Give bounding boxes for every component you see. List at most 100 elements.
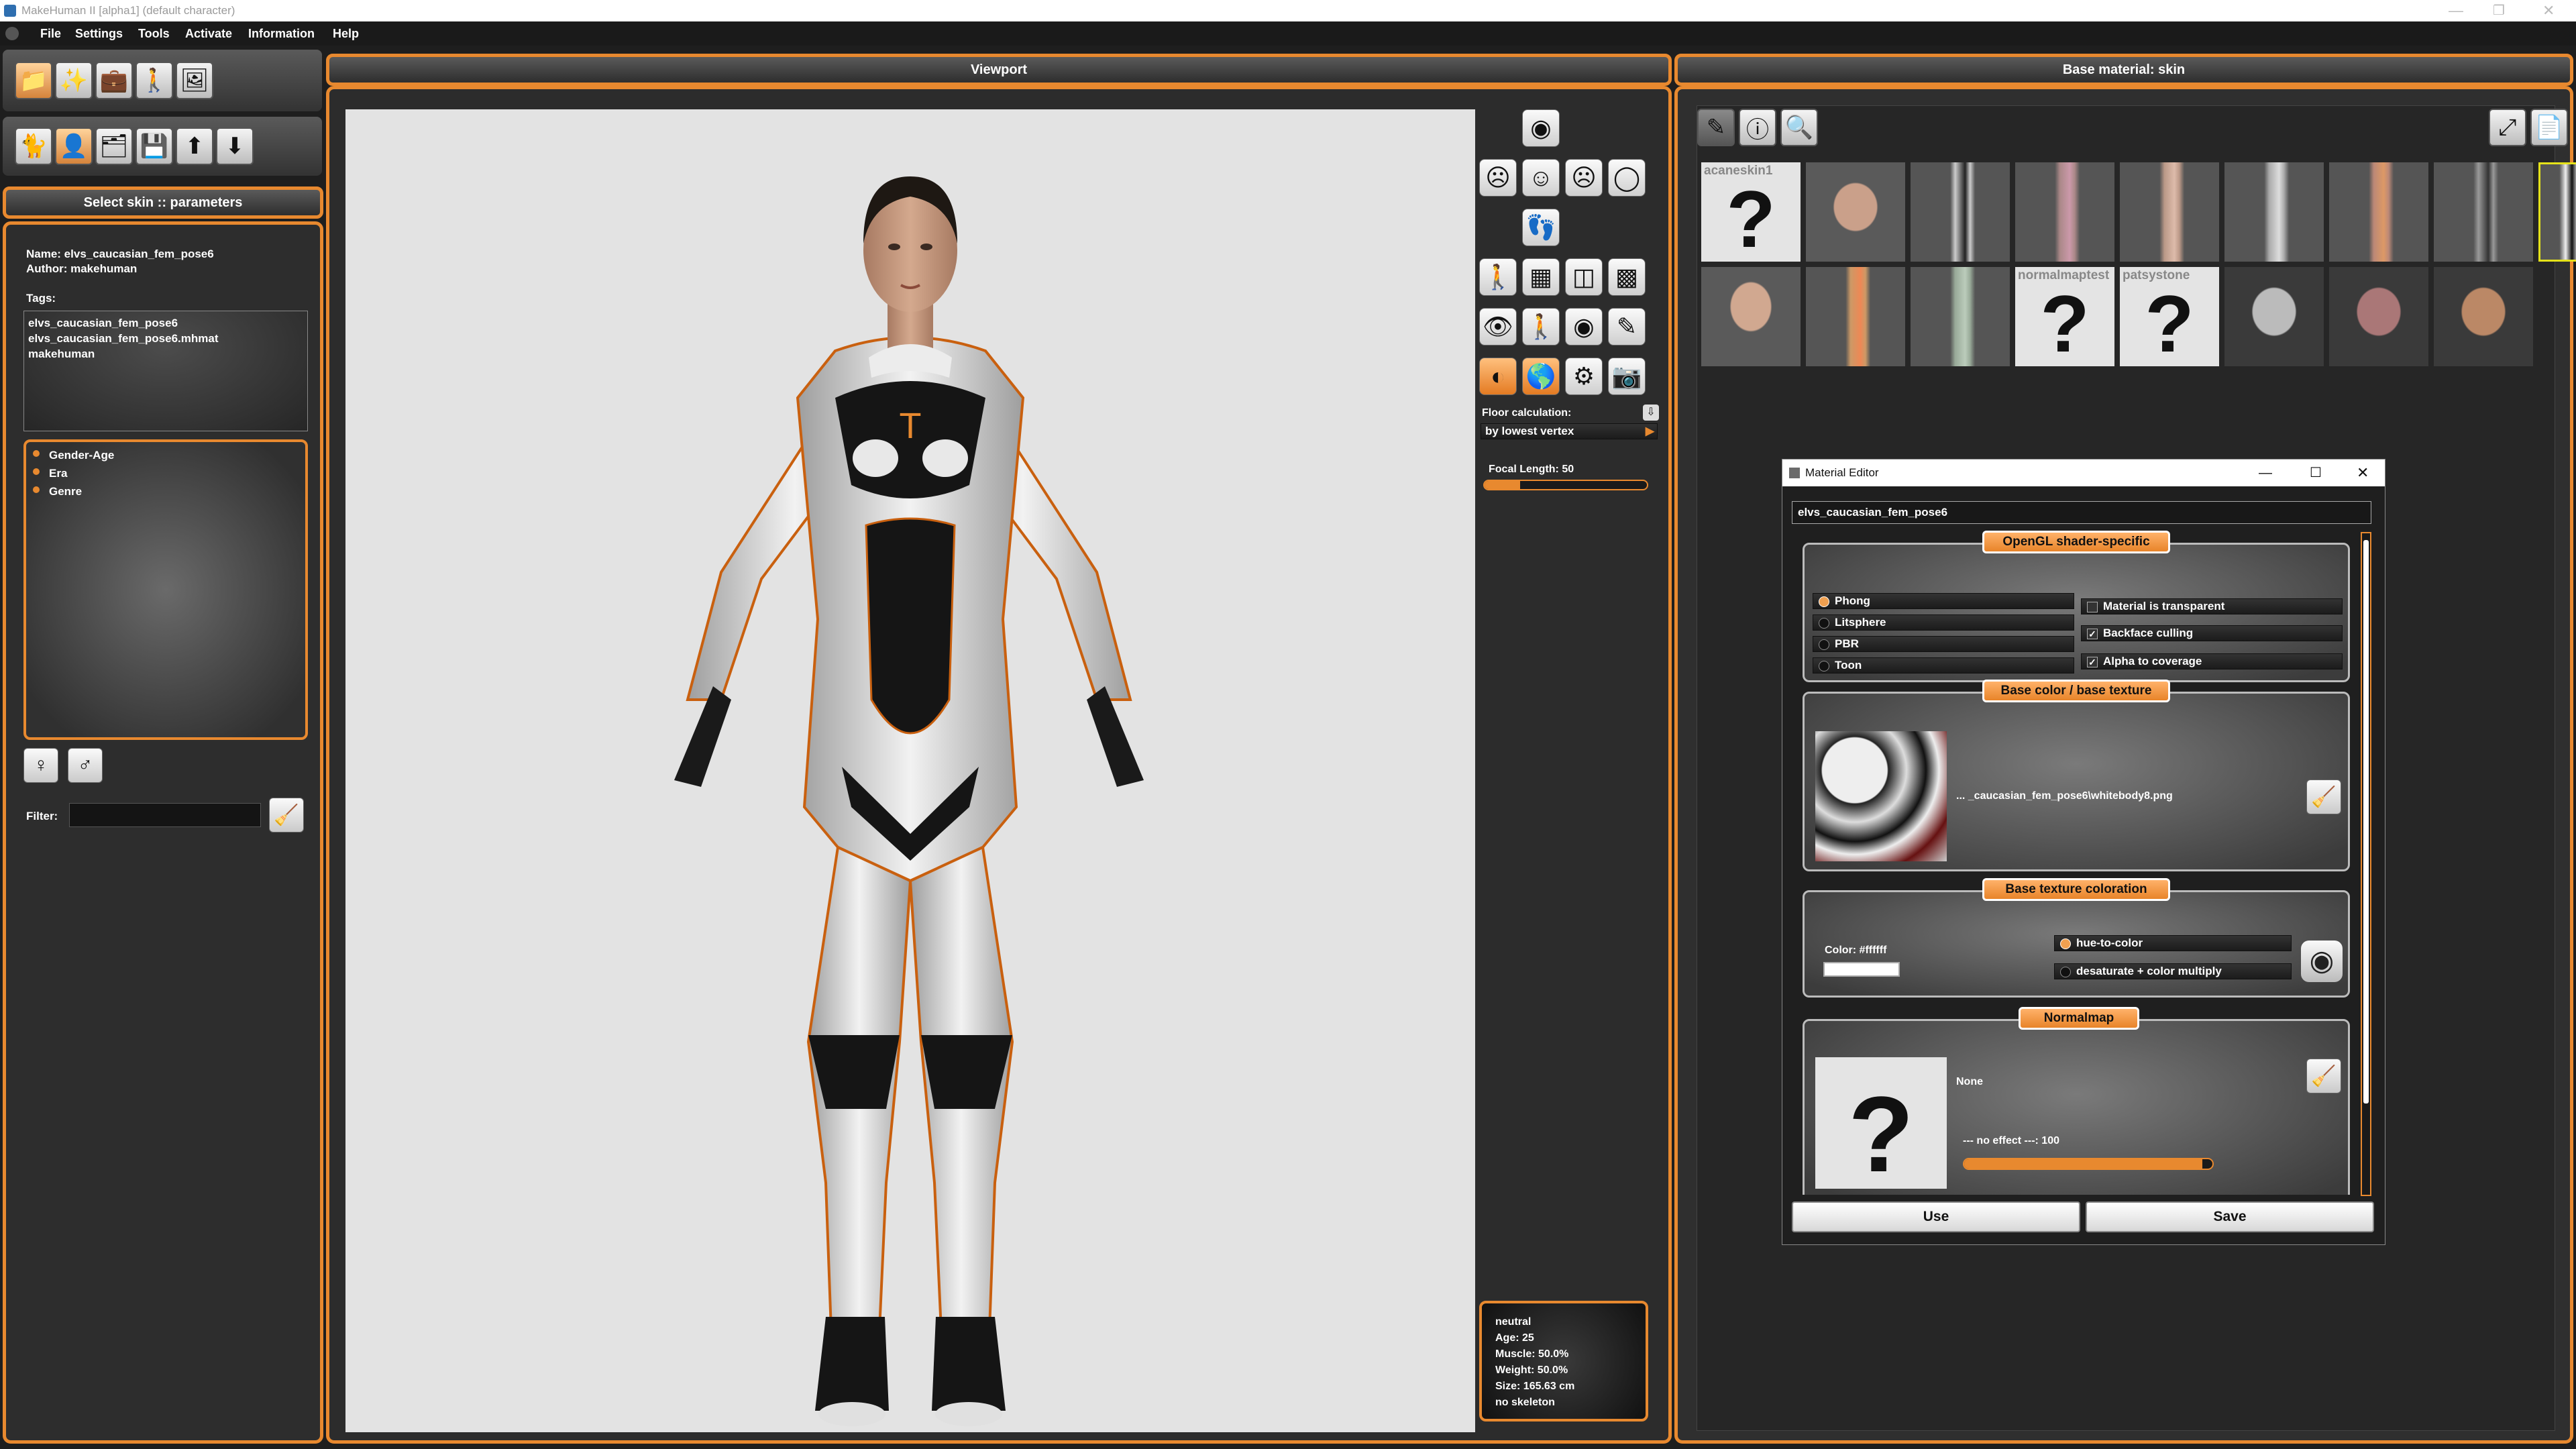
dialog-maximize-icon[interactable]: ☐: [2310, 460, 2322, 486]
option-alpha-coverage[interactable]: ✓ Alpha to coverage: [2081, 653, 2343, 669]
category-genre[interactable]: Genre: [32, 482, 300, 500]
shader-litsphere[interactable]: Litsphere: [1813, 614, 2074, 631]
filter-input[interactable]: [69, 803, 261, 827]
shader-toon[interactable]: Toon: [1813, 657, 2074, 674]
files-icon[interactable]: 📁: [15, 62, 52, 99]
color-picker-icon[interactable]: ◉: [2301, 941, 2343, 982]
skin-thumb[interactable]: [1806, 162, 1905, 262]
screenshot-icon[interactable]: 📷: [1608, 358, 1646, 395]
option-backface-culling[interactable]: ✓ Backface culling: [2081, 625, 2343, 641]
fullscreen-icon[interactable]: ⤢: [2489, 109, 2526, 146]
import-icon[interactable]: ⬇: [216, 127, 254, 165]
dialog-scrollbar[interactable]: [2361, 532, 2371, 1196]
dialog-close-icon[interactable]: ✕: [2357, 460, 2369, 486]
normalmap-value: None: [1956, 1076, 1983, 1087]
save-icon[interactable]: 💾: [136, 127, 173, 165]
modelling-icon[interactable]: ✨: [55, 62, 93, 99]
normalmap-thumbnail[interactable]: ?: [1815, 1057, 1947, 1194]
export-icon[interactable]: ⬆: [176, 127, 213, 165]
menu-activate[interactable]: Activate: [185, 21, 232, 46]
mode-desaturate[interactable]: desaturate + color multiply: [2054, 963, 2292, 979]
info-icon[interactable]: ⓘ: [1739, 109, 1776, 146]
shader-pbr[interactable]: PBR: [1813, 636, 2074, 652]
skin-thumb[interactable]: [2224, 162, 2324, 262]
texture-browse-icon[interactable]: 🧹: [2306, 780, 2341, 814]
mode-hue-to-color[interactable]: hue-to-color: [2054, 935, 2292, 951]
wireframe-icon[interactable]: ◉: [1565, 308, 1603, 345]
close-icon[interactable]: ✕: [2542, 0, 2555, 21]
floor-help-icon[interactable]: ⇩: [1643, 405, 1659, 421]
normalmap-slider[interactable]: [1963, 1158, 2214, 1170]
camera-reset-icon[interactable]: ◉: [1522, 109, 1560, 147]
skin-thumb[interactable]: [2120, 162, 2219, 262]
dialog-minimize-icon[interactable]: —: [2259, 460, 2272, 486]
category-era[interactable]: Era: [32, 464, 300, 482]
color-swatch[interactable]: [1823, 962, 1900, 977]
pencil-icon[interactable]: ✎: [1697, 109, 1735, 146]
skin-thumb-acaneskin1[interactable]: acaneskin1?: [1701, 162, 1801, 262]
minimize-icon[interactable]: —: [2449, 0, 2463, 21]
menu-help[interactable]: Help: [333, 21, 359, 46]
focal-length-slider[interactable]: [1483, 480, 1648, 490]
3d-viewport[interactable]: T: [345, 109, 1475, 1432]
view-bottom-icon[interactable]: 👣: [1522, 209, 1560, 246]
skin-thumb[interactable]: [2224, 267, 2324, 366]
option-transparent[interactable]: Material is transparent: [2081, 598, 2343, 614]
skin-thumb-normalmaptest[interactable]: normalmaptest?: [2015, 267, 2114, 366]
skin-thumb[interactable]: [1701, 267, 1801, 366]
base-texture-thumbnail[interactable]: [1815, 731, 1947, 861]
scrollbar-thumb[interactable]: [2363, 540, 2369, 1104]
skeleton-icon[interactable]: 🚶: [1479, 258, 1517, 296]
grid-icon[interactable]: ▦: [1522, 258, 1560, 296]
floor-select[interactable]: by lowest vertex ▶: [1481, 423, 1658, 439]
menu-settings[interactable]: Settings: [75, 21, 123, 46]
menu-information[interactable]: Information: [248, 21, 315, 46]
skin-thumb[interactable]: [1806, 267, 1905, 366]
eye-icon[interactable]: 👁: [1479, 308, 1517, 345]
floor-icon[interactable]: ▩: [1608, 258, 1646, 296]
svg-text:T: T: [900, 406, 922, 446]
settings-icon[interactable]: ⚙: [1565, 358, 1603, 395]
use-button[interactable]: Use: [1792, 1201, 2080, 1232]
skin-thumb[interactable]: [2329, 162, 2428, 262]
pose-view-icon[interactable]: ✎: [1608, 308, 1646, 345]
material-name-input[interactable]: elvs_caucasian_fem_pose6: [1792, 501, 2371, 524]
rendering-icon[interactable]: 🖼: [176, 62, 213, 99]
skin-thumb[interactable]: [1911, 267, 2010, 366]
material-editor-icon[interactable]: 📄: [2530, 109, 2568, 146]
view-left-icon[interactable]: ☹: [1479, 159, 1517, 197]
menu-file[interactable]: File: [40, 21, 61, 46]
skin-thumb-selected[interactable]: [2538, 162, 2576, 262]
lighting-icon[interactable]: ◐: [1479, 358, 1517, 395]
view-back-icon[interactable]: ◯: [1608, 159, 1646, 197]
save-button[interactable]: Save: [2086, 1201, 2374, 1232]
maximize-icon[interactable]: ❐: [2493, 0, 2505, 21]
view-right-icon[interactable]: ☹: [1565, 159, 1603, 197]
app-menu-icon[interactable]: [5, 27, 19, 40]
skin-thumb[interactable]: [1911, 162, 2010, 262]
skin-thumb[interactable]: [2434, 267, 2533, 366]
tag-item: makehuman: [28, 347, 95, 360]
animal-icon[interactable]: 🐈: [15, 127, 52, 165]
skin-icon[interactable]: 👤: [55, 127, 93, 165]
female-icon[interactable]: ♀: [23, 748, 58, 783]
menu-tools[interactable]: Tools: [138, 21, 170, 46]
body-icon[interactable]: 🚶: [1522, 308, 1560, 345]
skin-thumb[interactable]: [2434, 162, 2533, 262]
skin-thumb-patsystone[interactable]: patsystone?: [2120, 267, 2219, 366]
skin-thumb[interactable]: [2329, 267, 2428, 366]
category-gender-age[interactable]: Gender-Age: [32, 446, 300, 464]
shader-phong[interactable]: Phong: [1813, 593, 2074, 609]
view-front-icon[interactable]: ☺: [1522, 159, 1560, 197]
filter-label: Filter:: [26, 810, 58, 822]
normalmap-browse-icon[interactable]: 🧹: [2306, 1059, 2341, 1093]
wall-icon[interactable]: ◫: [1565, 258, 1603, 296]
inspect-icon[interactable]: 🔍: [1780, 109, 1818, 146]
clear-filter-icon[interactable]: 🧹: [269, 798, 304, 833]
equipment-icon[interactable]: 💼: [95, 62, 133, 99]
pose-icon[interactable]: 🚶: [136, 62, 173, 99]
skin-thumb[interactable]: [2015, 162, 2114, 262]
globe-icon[interactable]: 🌎: [1522, 358, 1560, 395]
male-icon[interactable]: ♂: [68, 748, 103, 783]
load-icon[interactable]: 🗂: [95, 127, 133, 165]
